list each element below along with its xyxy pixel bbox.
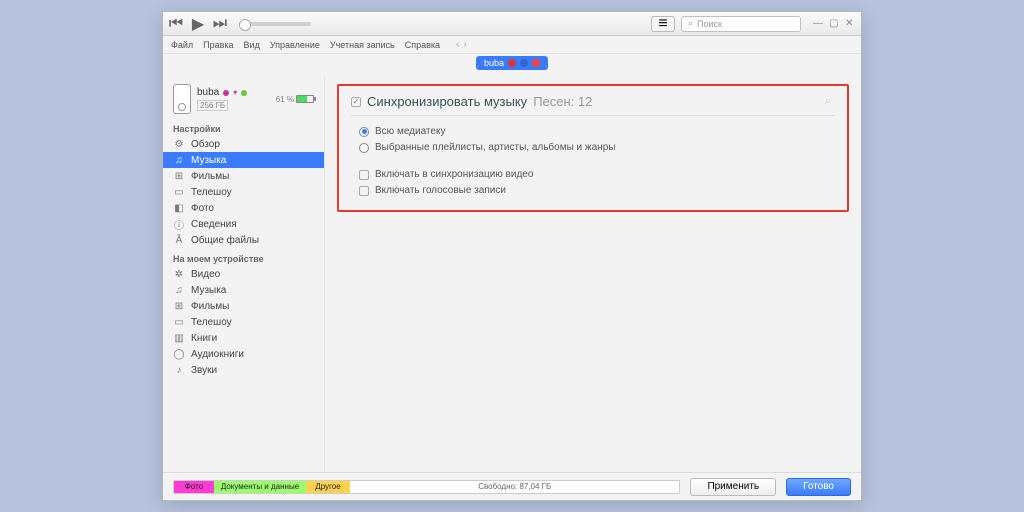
nav-back-icon[interactable]: ‹ — [456, 39, 459, 50]
menu-bar: Файл Правка Вид Управление Учетная запис… — [163, 36, 861, 54]
flag-icon — [508, 59, 516, 67]
sidebar-item-общие файлы[interactable]: ÅОбщие файлы — [163, 232, 324, 248]
opt-include-video[interactable]: Включать в синхронизацию видео — [359, 169, 827, 180]
prev-icon[interactable]: ⏮ — [169, 17, 183, 31]
song-count: Песен: 12 — [533, 94, 592, 109]
radio-icon[interactable] — [359, 127, 369, 137]
sidebar-item-книги[interactable]: ▥Книги — [163, 330, 324, 346]
sidebar-icon: ◯ — [173, 348, 185, 360]
sidebar-icon: ▭ — [173, 186, 185, 198]
checkbox-icon[interactable] — [359, 170, 369, 180]
battery-status: 61 % ⏏ — [276, 95, 314, 104]
sidebar-item-сведения[interactable]: ⓘСведения — [163, 216, 324, 232]
search-placeholder: Поиск — [697, 19, 722, 29]
opt-selected[interactable]: Выбранные плейлисты, артисты, альбомы и … — [359, 142, 827, 153]
itunes-window: ⏮ ▶ ⏭ ≡ ⌕ Поиск — ▢ ✕ Файл Правка Вид Уп… — [162, 11, 862, 501]
search-icon[interactable]: ⌕ — [825, 95, 831, 108]
sidebar-icon: Å — [173, 234, 185, 246]
flag-icon — [241, 90, 247, 96]
phone-icon — [173, 84, 191, 114]
sidebar-icon: ⊞ — [173, 170, 185, 182]
sidebar-item-музыка[interactable]: ♫Музыка — [163, 282, 324, 298]
sidebar-item-телешоу[interactable]: ▭Телешоу — [163, 184, 324, 200]
sidebar-icon: ⊞ — [173, 300, 185, 312]
sync-music-checkbox[interactable] — [351, 97, 361, 107]
device-header: buba ▾ 256 ГБ 61 % ⏏ — [163, 80, 324, 118]
device-name: buba ▾ — [197, 87, 247, 98]
opt-entire-library[interactable]: Всю медиатеку — [359, 126, 827, 137]
footer-bar: Фото Документы и данные Другое Свободно:… — [163, 472, 861, 500]
opt-include-voice[interactable]: Включать голосовые записи — [359, 185, 827, 196]
sidebar-item-видео[interactable]: ✲Видео — [163, 266, 324, 282]
sidebar-icon: ◧ — [173, 202, 185, 214]
checkbox-icon[interactable] — [359, 186, 369, 196]
search-input[interactable]: ⌕ Поиск — [681, 16, 801, 32]
sync-music-row: Синхронизировать музыку Песен: 12 ⌕ — [351, 94, 835, 116]
usage-other: Другое — [306, 481, 350, 493]
menu-edit[interactable]: Правка — [203, 40, 233, 50]
maximize-icon[interactable]: ▢ — [829, 19, 839, 29]
sidebar-icon: ⓘ — [173, 218, 185, 230]
sidebar-item-музыка[interactable]: ♫Музыка — [163, 152, 324, 168]
device-pill[interactable]: buba — [476, 56, 548, 70]
sidebar-icon: ♪ — [173, 364, 185, 376]
menu-help[interactable]: Справка — [405, 40, 440, 50]
sidebar-item-обзор[interactable]: ⚙Обзор — [163, 136, 324, 152]
minimize-icon[interactable]: — — [813, 19, 823, 29]
play-icon[interactable]: ▶ — [191, 17, 205, 31]
radio-icon[interactable] — [359, 143, 369, 153]
usage-docs: Документы и данные — [214, 481, 306, 493]
titlebar: ⏮ ▶ ⏭ ≡ ⌕ Поиск — ▢ ✕ — [163, 12, 861, 36]
sidebar: buba ▾ 256 ГБ 61 % ⏏ Настройки ⚙Обзор♫Му… — [163, 76, 325, 472]
usage-free: Свободно: 87,04 ГБ — [350, 481, 679, 493]
sidebar-icon: ♫ — [173, 154, 185, 166]
sidebar-item-фото[interactable]: ◧Фото — [163, 200, 324, 216]
menu-file[interactable]: Файл — [171, 40, 193, 50]
sync-title: Синхронизировать музыку — [367, 94, 527, 109]
sidebar-icon: ⚙ — [173, 138, 185, 150]
sidebar-item-аудиокниги[interactable]: ◯Аудиокниги — [163, 346, 324, 362]
volume-slider[interactable] — [239, 22, 311, 26]
transport-controls: ⏮ ▶ ⏭ — [169, 17, 311, 31]
next-icon[interactable]: ⏭ — [213, 17, 227, 31]
flag-icon — [520, 59, 528, 67]
flag-icon — [532, 59, 540, 67]
device-pill-label: buba — [484, 58, 504, 68]
sidebar-icon: ▭ — [173, 316, 185, 328]
apply-button[interactable]: Применить — [690, 478, 776, 496]
sidebar-item-телешоу[interactable]: ▭Телешоу — [163, 314, 324, 330]
sidebar-icon: ✲ — [173, 268, 185, 280]
list-view-button[interactable]: ≡ — [651, 16, 675, 32]
sidebar-item-фильмы[interactable]: ⊞Фильмы — [163, 298, 324, 314]
menu-account[interactable]: Учетная запись — [330, 40, 395, 50]
nav-fwd-icon[interactable]: › — [463, 39, 466, 50]
sidebar-icon: ♫ — [173, 284, 185, 296]
usage-photo: Фото — [174, 481, 214, 493]
close-icon[interactable]: ✕ — [845, 19, 855, 29]
menu-view[interactable]: Вид — [244, 40, 260, 50]
highlight-box: Синхронизировать музыку Песен: 12 ⌕ Всю … — [337, 84, 849, 212]
search-icon: ⌕ — [688, 18, 693, 29]
storage-usage-bar: Фото Документы и данные Другое Свободно:… — [173, 480, 680, 494]
section-settings: Настройки — [163, 118, 324, 136]
menu-controls[interactable]: Управление — [270, 40, 320, 50]
sidebar-item-звуки[interactable]: ♪Звуки — [163, 362, 324, 378]
sidebar-icon: ▥ — [173, 332, 185, 344]
done-button[interactable]: Готово — [786, 478, 851, 496]
content-panel: Синхронизировать музыку Песен: 12 ⌕ Всю … — [325, 76, 861, 472]
device-storage: 256 ГБ — [197, 100, 228, 111]
section-on-device: На моем устройстве — [163, 248, 324, 266]
flag-icon — [223, 90, 229, 96]
sidebar-item-фильмы[interactable]: ⊞Фильмы — [163, 168, 324, 184]
